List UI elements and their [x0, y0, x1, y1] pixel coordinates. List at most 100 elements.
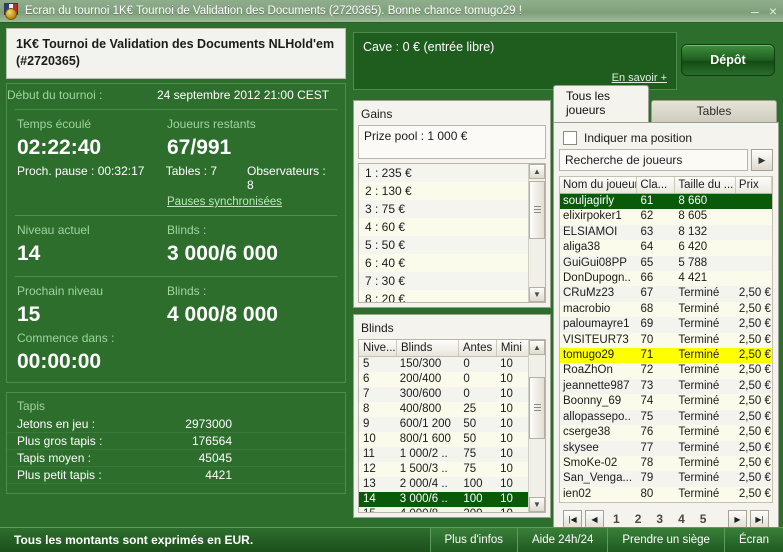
scroll-thumb[interactable]: [529, 377, 545, 439]
blinds-row[interactable]: 154 000/8 ..20010: [359, 507, 529, 512]
blinds-row[interactable]: 5 150/300 0 10: [359, 357, 529, 372]
scroll-up-button[interactable]: ▲: [529, 340, 545, 355]
table-row[interactable]: macrobio 68 Terminé 2,50 €: [560, 301, 772, 318]
table-row[interactable]: VISITEUR73 70 Terminé 2,50 €: [560, 332, 772, 349]
player-name: macrobio: [563, 302, 611, 315]
player-stack: Terminé: [678, 318, 720, 331]
deposit-button[interactable]: Dépôt: [681, 44, 775, 76]
player-rank: 72: [640, 364, 654, 377]
payouts-listbox[interactable]: 1 : 235 €2 : 130 €3 : 75 €4 : 60 €5 : 50…: [358, 163, 546, 303]
table-row[interactable]: cserge38 76 Terminé 2,50 €: [560, 425, 772, 441]
table-row[interactable]: GuiGui08PP 65 5 788: [560, 255, 772, 272]
scroll-thumb[interactable]: [529, 181, 545, 239]
player-stack: Terminé: [678, 472, 720, 485]
player-name: CRuMz23: [563, 287, 615, 300]
tab-all-players[interactable]: Tous les joueurs: [553, 85, 649, 122]
payout-row: 6 : 40 €: [359, 254, 529, 272]
table-row[interactable]: jeannette987 73 Terminé 2,50 €: [560, 378, 772, 395]
blinds-antes: 100: [463, 478, 483, 490]
player-prize: [736, 256, 772, 271]
pager-page-1[interactable]: 1: [607, 512, 626, 526]
scroll-down-button[interactable]: ▼: [529, 497, 545, 512]
table-row[interactable]: tomugo29 71 Terminé 2,50 €: [560, 348, 772, 364]
payouts-scrollbar[interactable]: ▲ ▼: [528, 164, 545, 302]
status-button-screen[interactable]: Écran: [723, 528, 783, 552]
blinds-value: 800/1 600: [399, 433, 451, 445]
table-row[interactable]: skysee 77 Terminé 2,50 €: [560, 440, 772, 456]
minimize-button[interactable]: –: [751, 4, 759, 18]
blinds-mini: 10: [500, 463, 513, 475]
blinds-row[interactable]: 13 2 000/4 .. 100 10: [359, 477, 529, 492]
blinds-row[interactable]: 9 600/1 200 50 10: [359, 417, 529, 432]
tab-tables[interactable]: Tables: [651, 100, 777, 122]
blinds-row[interactable]: 10 800/1 600 50 10: [359, 432, 529, 447]
next-level-values-row: 15 4 000/8 000: [7, 300, 345, 329]
status-button-take-a-seat[interactable]: Prendre un siège: [607, 528, 724, 552]
blinds-mini: 10: [500, 493, 513, 505]
pager-page-3[interactable]: 3: [650, 512, 669, 526]
table-row[interactable]: San_Venga... 79 Terminé 2,50 €: [560, 471, 772, 487]
player-prize: [736, 194, 772, 209]
status-button-help-24-7[interactable]: Aide 24h/24: [516, 528, 608, 552]
search-submit-button[interactable]: ▶: [751, 149, 773, 171]
table-row[interactable]: souljagirly 61 8 660: [560, 194, 772, 210]
table-row[interactable]: RoaZhOn 72 Terminé 2,50 €: [560, 363, 772, 379]
blinds-row[interactable]: 8 400/800 25 10: [359, 402, 529, 417]
blinds-value: 1 000/2 ..: [399, 448, 448, 460]
blinds-row[interactable]: 6 200/400 0 10: [359, 372, 529, 387]
status-button-more-info[interactable]: Plus d'infos: [429, 528, 517, 552]
table-row[interactable]: CRuMz23 67 Terminé 2,50 €: [560, 286, 772, 302]
blinds-mini: 10: [496, 507, 529, 512]
player-rank: 65: [640, 256, 654, 269]
sync-pauses-link[interactable]: Pauses synchronisées: [167, 196, 335, 208]
show-my-position-row[interactable]: Indiquer ma position: [559, 128, 773, 149]
table-row[interactable]: elixirpoker1 62 8 605: [560, 209, 772, 225]
blinds-value: 4 000/8 ..: [396, 507, 460, 512]
pager-page-5[interactable]: 5: [694, 512, 713, 526]
table-row[interactable]: allopassepo.. 75 Terminé 2,50 €: [560, 409, 772, 426]
table-row[interactable]: ELSIAMOI 63 8 132: [560, 224, 772, 241]
scroll-up-button[interactable]: ▲: [529, 164, 545, 179]
blinds-row[interactable]: 12 1 500/3 .. 75 10: [359, 462, 529, 477]
pager-page-4[interactable]: 4: [672, 512, 691, 526]
player-prize: 2,50 €: [738, 487, 771, 500]
show-my-position-checkbox[interactable]: [563, 131, 577, 145]
table-row[interactable]: DonDupogn.. 66 4 421: [560, 271, 772, 287]
payout-row: 1 : 235 €: [359, 164, 529, 182]
pager-first-button[interactable]: |◀: [563, 510, 582, 529]
player-name: RoaZhOn: [563, 364, 613, 377]
divider: [15, 276, 337, 277]
blinds-row[interactable]: 7 300/600 0 10: [359, 387, 529, 402]
blinds-rows: 5 150/300 0 10 6 200/400 0 10 7 300/600 0 10 8 400/80…: [359, 357, 529, 512]
blinds-value: 300/600: [399, 388, 442, 400]
current-blinds-label: Blinds :: [167, 223, 207, 237]
players-table-header: Nom du joueur Cla... Taille du ... Prix: [559, 176, 773, 194]
player-rank: 76: [640, 426, 654, 439]
scroll-down-button[interactable]: ▼: [529, 287, 545, 302]
pager-next-button[interactable]: ▶: [728, 510, 747, 529]
close-button[interactable]: ×: [769, 4, 777, 18]
pager-prev-button[interactable]: ◀: [585, 510, 604, 529]
blinds-row[interactable]: 14 3 000/6 .. 100 10: [359, 492, 529, 507]
table-row[interactable]: paloumayre1 69 Terminé 2,50 €: [560, 317, 772, 333]
blinds-listbox[interactable]: Nive... Blinds Antes Mini 5 150/300 0 10 6 200/4…: [358, 339, 546, 513]
table-row[interactable]: aliga38 64 6 420: [560, 240, 772, 256]
gains-title: Gains: [361, 107, 393, 121]
medal-icon: [5, 8, 17, 20]
table-row[interactable]: SmoKe-02 78 Terminé 2,50 €: [560, 455, 772, 472]
elapsed-label: Temps écoulé: [17, 117, 92, 131]
pager-last-button[interactable]: ▶|: [750, 510, 769, 529]
table-row[interactable]: ien02 80 Terminé 2,50 €: [560, 486, 772, 503]
window-title: Écran du tournoi 1K€ Tournoi de Validati…: [25, 5, 522, 17]
stack-label: Plus gros tapis :: [17, 434, 103, 448]
player-search-input[interactable]: Recherche de joueurs: [559, 149, 748, 171]
player-rank: 68: [640, 302, 654, 315]
learn-more-link[interactable]: En savoir +: [612, 72, 667, 84]
players-column-header: Nom du joueur: [560, 177, 638, 193]
players-table-body[interactable]: souljagirly 61 8 660 elixirpoker1 62 8 605 ELS…: [559, 194, 773, 504]
player-prize: [736, 271, 772, 286]
blinds-scrollbar[interactable]: ▲ ▼: [528, 340, 545, 512]
table-row[interactable]: Boonny_69 74 Terminé 2,50 €: [560, 394, 772, 410]
pager-page-2[interactable]: 2: [629, 512, 648, 526]
blinds-row[interactable]: 11 1 000/2 .. 75 10: [359, 447, 529, 462]
